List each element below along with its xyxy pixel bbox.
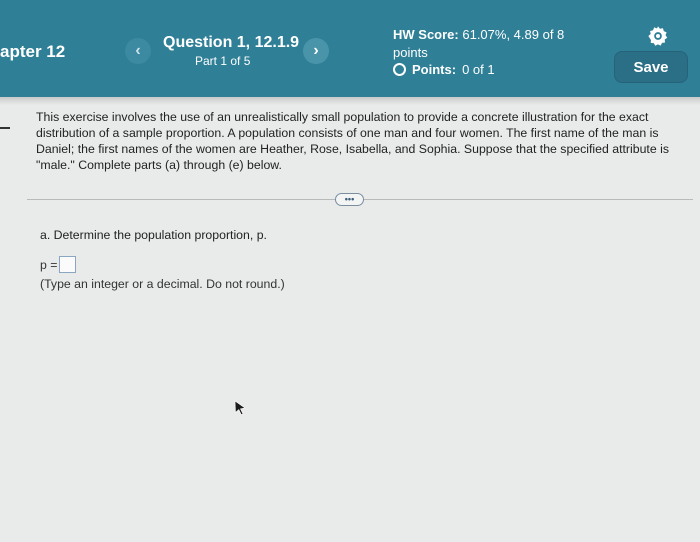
chevron-left-icon: ‹ [135, 42, 141, 59]
hw-score: HW Score: 61.07%, 4.89 of 8 points [393, 26, 593, 62]
hw-score-unit: points [393, 45, 428, 60]
next-question-button[interactable]: › [303, 38, 329, 64]
question-part: Part 1 of 5 [195, 54, 251, 68]
question-title: Question 1, 12.1.9 [163, 34, 300, 51]
answer-row: p = [40, 256, 77, 273]
top-bar: apter 12 ‹ Question 1, 12.1.9 Part 1 of … [0, 0, 700, 97]
previous-question-button[interactable]: ‹ [125, 38, 151, 64]
points-label: Points: [412, 62, 457, 77]
answer-input[interactable] [59, 256, 77, 273]
points-value: 0 of 1 [462, 62, 495, 77]
chapter-title: apter 12 [0, 42, 66, 61]
mouse-cursor-icon [234, 400, 246, 416]
save-button[interactable]: Save [614, 51, 688, 83]
hw-score-value: 61.07%, 4.89 of 8 [462, 27, 565, 42]
left-edge-mark [0, 127, 10, 129]
chevron-right-icon: › [313, 42, 319, 59]
more-button[interactable]: ••• [335, 193, 364, 206]
hw-score-label: HW Score: [393, 27, 459, 42]
header-shadow [0, 97, 700, 105]
answer-hint: (Type an integer or a decimal. Do not ro… [40, 277, 285, 291]
gear-icon[interactable] [647, 25, 669, 47]
part-a-prompt: a. Determine the population proportion, … [40, 228, 267, 242]
answer-label: p = [40, 257, 58, 272]
exercise-intro: This exercise involves the use of an unr… [36, 110, 669, 172]
status-circle-icon [393, 63, 406, 76]
points-status: Points: 0 of 1 [393, 62, 495, 77]
